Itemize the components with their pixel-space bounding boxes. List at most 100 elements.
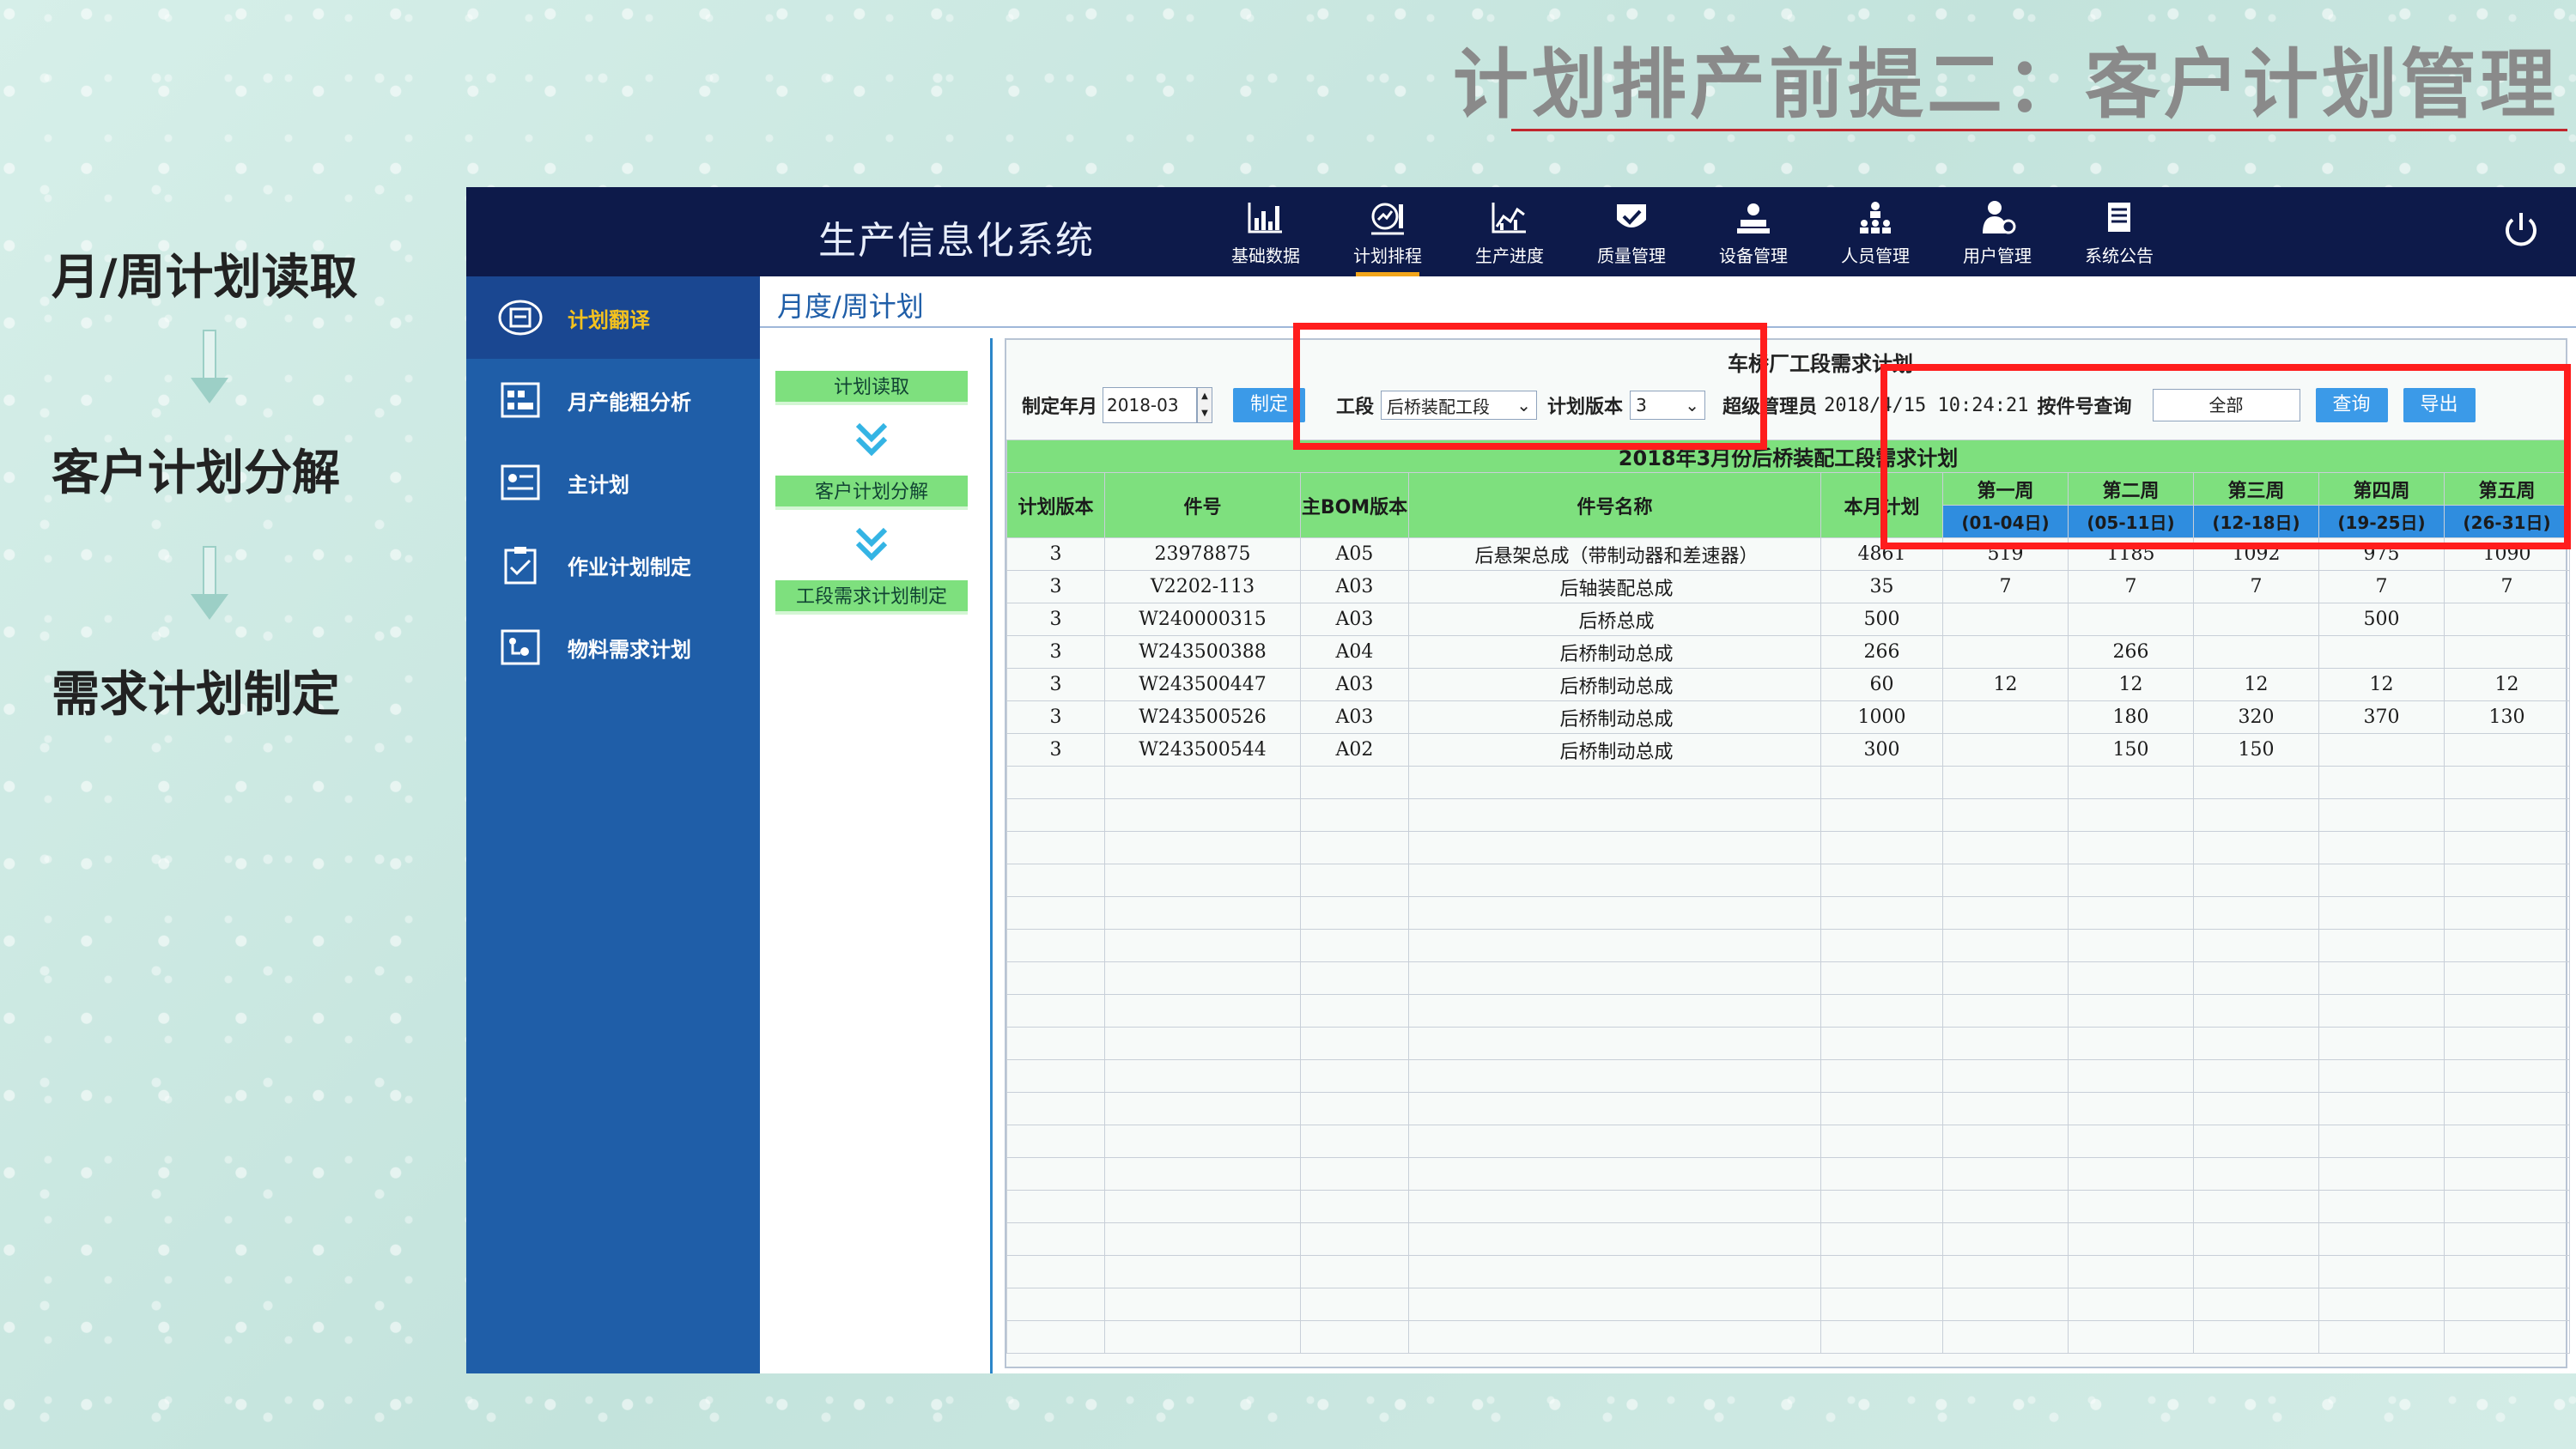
- nav-announcements[interactable]: 系统公告: [2058, 199, 2180, 273]
- empty-cell: [1820, 1288, 1943, 1321]
- empty-cell: [1820, 798, 1943, 832]
- cell: 后悬架总成（带制动器和差速器）: [1408, 537, 1821, 571]
- empty-cell: [1942, 1092, 2069, 1125]
- flow-step-demand-plan: 需求计划制定: [52, 667, 340, 723]
- table-row[interactable]: 3 W243500526 A03 后桥制动总成 1000 180 320 370 130: [1006, 700, 2571, 734]
- empty-cell: [1300, 1059, 1409, 1093]
- empty-cell: [1104, 994, 1301, 1028]
- empty-cell: [2443, 1092, 2571, 1125]
- cell: 370: [2318, 700, 2445, 734]
- table-row[interactable]: 3 V2202-113 A03 后轴装配总成 35 7 7 7 7 7: [1006, 570, 2571, 603]
- cell: 12: [2443, 668, 2571, 701]
- table-row[interactable]: 3 W243500544 A02 后桥制动总成 300 150 150: [1006, 733, 2571, 767]
- sidebar-item-job-plan[interactable]: 作业计划制定: [466, 524, 760, 606]
- nav-users[interactable]: 用户管理: [1936, 199, 2058, 273]
- cell: [1942, 603, 2069, 636]
- nav-production-progress[interactable]: 生产进度: [1449, 199, 1571, 273]
- cell: A02: [1300, 733, 1409, 767]
- empty-row: [1006, 1157, 2571, 1191]
- sidebar-item-capacity[interactable]: 月产能粗分析: [466, 359, 760, 441]
- cell: 35: [1820, 570, 1943, 603]
- capacity-icon: [501, 382, 540, 418]
- empty-cell: [1408, 766, 1821, 799]
- column-header: 件号名称: [1408, 472, 1821, 538]
- nav-label: 生产进度: [1475, 246, 1544, 266]
- date-spinner[interactable]: ▲ ▼: [1197, 387, 1213, 423]
- empty-cell: [1104, 1092, 1301, 1125]
- sidebar-item-label: 物料需求计划: [568, 637, 691, 662]
- empty-cell: [2443, 1320, 2571, 1354]
- table-row[interactable]: 3 W243500388 A04 后桥制动总成 266 266: [1006, 635, 2571, 669]
- empty-cell: [1942, 896, 2069, 930]
- cell: 500: [1820, 603, 1943, 636]
- empty-cell: [1104, 896, 1301, 930]
- empty-cell: [1408, 1320, 1821, 1354]
- empty-row: [1006, 961, 2571, 995]
- cell: W243500544: [1104, 733, 1301, 767]
- spin-up-icon[interactable]: ▲: [1198, 388, 1212, 405]
- empty-cell: [1300, 896, 1409, 930]
- cell: W243500447: [1104, 668, 1301, 701]
- cell: 1000: [1820, 700, 1943, 734]
- empty-cell: [1820, 961, 1943, 995]
- empty-cell: [2443, 766, 2571, 799]
- empty-cell: [2068, 1157, 2194, 1191]
- empty-cell: [2318, 766, 2445, 799]
- master-plan-icon: [501, 464, 540, 500]
- empty-cell: [2318, 1320, 2445, 1354]
- empty-cell: [2068, 1092, 2194, 1125]
- spin-down-icon[interactable]: ▼: [1198, 405, 1212, 422]
- empty-cell: [2318, 896, 2445, 930]
- empty-cell: [1820, 929, 1943, 962]
- sidebar-item-plan-translate[interactable]: 计划翻译: [466, 276, 760, 359]
- empty-cell: [2068, 896, 2194, 930]
- empty-cell: [1104, 961, 1301, 995]
- sidebar-item-master-plan[interactable]: 主计划: [466, 441, 760, 524]
- nav-quality[interactable]: 质量管理: [1571, 199, 1692, 273]
- empty-row: [1006, 864, 2571, 897]
- table-row[interactable]: 3 W240000315 A03 后桥总成 500 500: [1006, 603, 2571, 636]
- nav-basic-data[interactable]: 基础数据: [1205, 199, 1327, 273]
- date-field[interactable]: 2018-03: [1103, 387, 1198, 423]
- plan-schedule-icon: [1371, 203, 1404, 235]
- sidebar-item-material-plan[interactable]: 物料需求计划: [466, 606, 760, 688]
- empty-cell: [1006, 1157, 1105, 1191]
- empty-row: [1006, 1125, 2571, 1158]
- cell: 180: [2068, 700, 2194, 734]
- chevron-down-icon: [775, 510, 968, 580]
- empty-cell: [1942, 1320, 2069, 1354]
- empty-cell: [1408, 929, 1821, 962]
- cell: A03: [1300, 570, 1409, 603]
- empty-cell: [1942, 1288, 2069, 1321]
- table-row[interactable]: 3 W243500447 A03 后桥制动总成 60 12 12 12 12 12: [1006, 668, 2571, 701]
- cell: [2318, 733, 2445, 767]
- nav-equipment[interactable]: 设备管理: [1692, 199, 1814, 273]
- cell: 7: [2318, 570, 2445, 603]
- empty-cell: [1942, 798, 2069, 832]
- empty-cell: [2193, 929, 2319, 962]
- process-step-customer-split[interactable]: 客户计划分解: [775, 476, 968, 510]
- process-step-demand-plan[interactable]: 工段需求计划制定: [775, 580, 968, 615]
- empty-row: [1006, 1190, 2571, 1223]
- empty-cell: [1104, 1320, 1301, 1354]
- process-step-plan-read[interactable]: 计划读取: [775, 371, 968, 405]
- empty-cell: [1104, 766, 1301, 799]
- empty-cell: [1006, 929, 1105, 962]
- cell: 3: [1006, 668, 1105, 701]
- empty-cell: [1942, 1222, 2069, 1256]
- empty-cell: [1408, 1157, 1821, 1191]
- empty-cell: [1300, 1157, 1409, 1191]
- empty-cell: [1300, 864, 1409, 897]
- empty-cell: [1104, 1288, 1301, 1321]
- empty-cell: [1104, 864, 1301, 897]
- nav-plan-schedule[interactable]: 计划排程: [1327, 199, 1449, 276]
- cell: W243500526: [1104, 700, 1301, 734]
- empty-cell: [1300, 798, 1409, 832]
- cell: 后桥制动总成: [1408, 668, 1821, 701]
- flow-step-plan-read: 月/周计划读取: [52, 250, 358, 306]
- nav-personnel[interactable]: 人员管理: [1814, 199, 1936, 273]
- power-icon[interactable]: [2499, 208, 2543, 252]
- empty-cell: [2318, 1027, 2445, 1060]
- empty-cell: [2193, 1059, 2319, 1093]
- cell: 7: [2443, 570, 2571, 603]
